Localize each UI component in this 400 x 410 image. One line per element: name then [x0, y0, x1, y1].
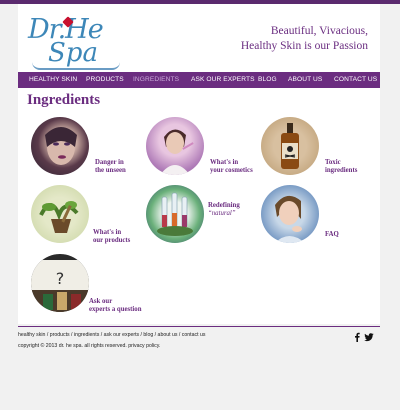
woman-makeup-photo-icon: [146, 117, 204, 175]
nav-item-blog[interactable]: BLOG: [258, 76, 277, 83]
copyright-text: copyright © 2013 dr. he spa. all rights …: [18, 343, 161, 349]
tile-danger-in-the-unseen[interactable]: Danger in the unseen: [31, 117, 131, 179]
tile-toxic-ingredients[interactable]: Toxic ingredients: [261, 117, 371, 179]
tile-caption-line-2: experts a question: [89, 306, 142, 313]
woman-thinking-photo-icon: [261, 185, 319, 243]
tile-caption-line-2: your cosmetics: [210, 167, 253, 174]
tagline-line-2: Healthy Skin is our Passion: [240, 40, 368, 52]
tile-redefining-natural[interactable]: Redefining “natural”: [146, 185, 261, 247]
tile-whats-in-your-cosmetics[interactable]: What's in your cosmetics: [146, 117, 256, 179]
tile-whats-in-our-products[interactable]: What's in our products: [31, 185, 146, 247]
nav-item-contact-us[interactable]: CONTACT US: [334, 76, 377, 83]
question-mark-photo-icon: ?: [31, 254, 89, 312]
tile-caption-line-1: What's in: [210, 159, 239, 166]
tile-caption-line-2: ingredients: [325, 167, 358, 174]
nav-item-about-us[interactable]: ABOUT US: [288, 76, 322, 83]
footer-divider: [18, 326, 380, 327]
tile-caption-line-2: our products: [93, 237, 131, 244]
tile-faq[interactable]: FAQ: [261, 185, 371, 247]
page-container: Dr.He Spa Beautiful, Vivacious, Healthy …: [18, 4, 380, 324]
tile-caption-line-1: Redefining: [208, 202, 240, 209]
tile-caption-line-1: Ask our: [89, 298, 113, 305]
svg-text:?: ?: [56, 269, 65, 288]
tagline-line-1: Beautiful, Vivacious,: [270, 25, 368, 37]
facebook-icon[interactable]: [352, 332, 362, 342]
tile-caption-line-1: FAQ: [325, 231, 339, 238]
nav-item-ingredients[interactable]: INGREDIENTS: [133, 76, 179, 83]
logo-swoosh: [32, 62, 120, 70]
herbs-mortar-photo-icon: [31, 185, 89, 243]
tile-caption-line-2: “natural”: [208, 210, 236, 217]
tagline: Beautiful, Vivacious, Healthy Skin is ou…: [241, 24, 368, 54]
nav-item-products[interactable]: PRODUCTS: [86, 76, 124, 83]
tile-caption-line-1: What's in: [93, 229, 122, 236]
nav-item-ask-our-experts[interactable]: ASK OUR EXPERTS: [191, 76, 255, 83]
woman-face-photo-icon: [31, 117, 89, 175]
tile-caption-line-1: Toxic: [325, 159, 341, 166]
nav-item-healthy-skin[interactable]: HEALTHY SKIN: [29, 76, 77, 83]
footer-links[interactable]: healthy skin / products / ingredients / …: [18, 332, 205, 338]
page-title: Ingredients: [27, 92, 101, 108]
tile-caption-line-1: Danger in: [95, 159, 124, 166]
tile-ask-our-experts[interactable]: ? Ask our experts a question: [31, 254, 156, 316]
poison-bottle-photo-icon: [261, 117, 319, 175]
logo[interactable]: Dr.He Spa: [28, 12, 128, 70]
main-nav: HEALTHY SKIN PRODUCTS INGREDIENTS ASK OU…: [18, 72, 380, 88]
test-tubes-photo-icon: [146, 185, 204, 243]
tile-caption-line-2: the unseen: [95, 167, 126, 174]
twitter-icon[interactable]: [364, 332, 374, 342]
